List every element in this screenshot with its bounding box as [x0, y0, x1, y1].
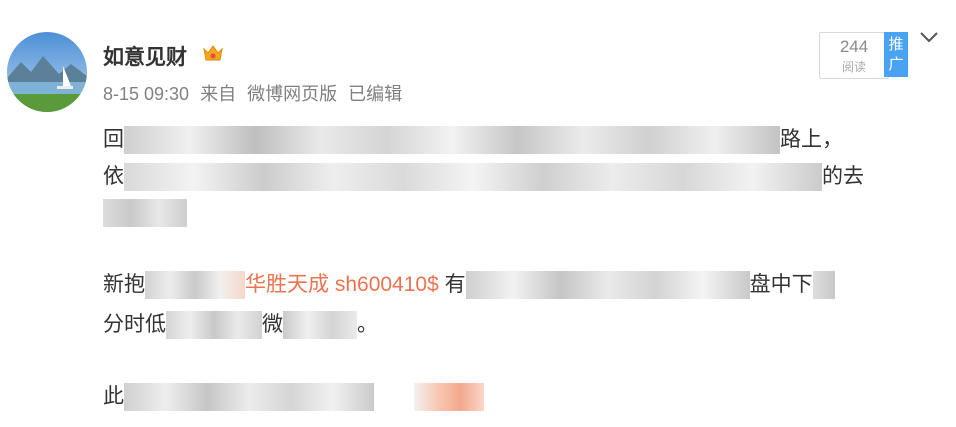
content-line-5: 分时低 微 。 — [103, 310, 378, 340]
avatar[interactable] — [7, 32, 87, 112]
blurred-text — [145, 271, 245, 300]
content-line-2: 依 的去 — [103, 162, 864, 192]
content-line-6: 此 — [103, 382, 484, 412]
text-fragment: 。 — [357, 313, 378, 336]
blurred-text — [465, 271, 750, 300]
author-name[interactable]: 如意见财 — [103, 41, 187, 71]
chevron-down-icon[interactable] — [918, 30, 940, 46]
blurred-text — [414, 383, 484, 412]
text-fragment: 回 — [103, 128, 124, 151]
text-fragment: 有 — [444, 273, 466, 296]
text-fragment: 新抱 — [103, 273, 145, 296]
promote-label-1: 推 — [888, 35, 904, 53]
text-fragment: 分时低 — [103, 313, 166, 336]
crown-badge-icon — [203, 45, 223, 61]
text-fragment: 依 — [103, 165, 124, 188]
text-fragment: 盘中下 — [749, 273, 813, 296]
blurred-text — [374, 383, 414, 412]
promote-button[interactable]: 推 广 — [884, 32, 908, 77]
blurred-text — [166, 311, 262, 340]
read-label: 阅读 — [841, 60, 866, 74]
text-fragment: 微 — [262, 313, 283, 336]
blurred-text — [283, 311, 357, 340]
blurred-text — [124, 126, 780, 155]
text-fragment: 此 — [103, 385, 124, 408]
promote-label-2: 广 — [888, 55, 904, 73]
post-time[interactable]: 8-15 09:30 — [103, 84, 189, 104]
read-count: 244 — [839, 37, 869, 56]
blurred-text — [124, 163, 822, 192]
text-fragment: 的去 — [822, 165, 864, 188]
post-meta: 8-15 09:30 来自 微博网页版 已编辑 — [103, 80, 408, 106]
blurred-text — [124, 383, 374, 412]
content-line-1: 回 路上， — [103, 125, 843, 155]
blurred-text — [812, 271, 835, 300]
content-line-4: 新抱 华胜天成 sh600410$ 有 盘中下 — [103, 270, 835, 300]
read-count-box: 244 阅读 — [819, 32, 889, 79]
content-line-3 — [103, 198, 187, 228]
stock-link[interactable]: 华胜天成 sh600410$ — [245, 273, 439, 296]
blurred-text — [103, 199, 187, 228]
source-prefix: 来自 — [200, 84, 237, 104]
text-fragment: 路上， — [780, 128, 843, 151]
post-source[interactable]: 微博网页版 — [247, 84, 337, 104]
edited-label[interactable]: 已编辑 — [348, 84, 402, 104]
